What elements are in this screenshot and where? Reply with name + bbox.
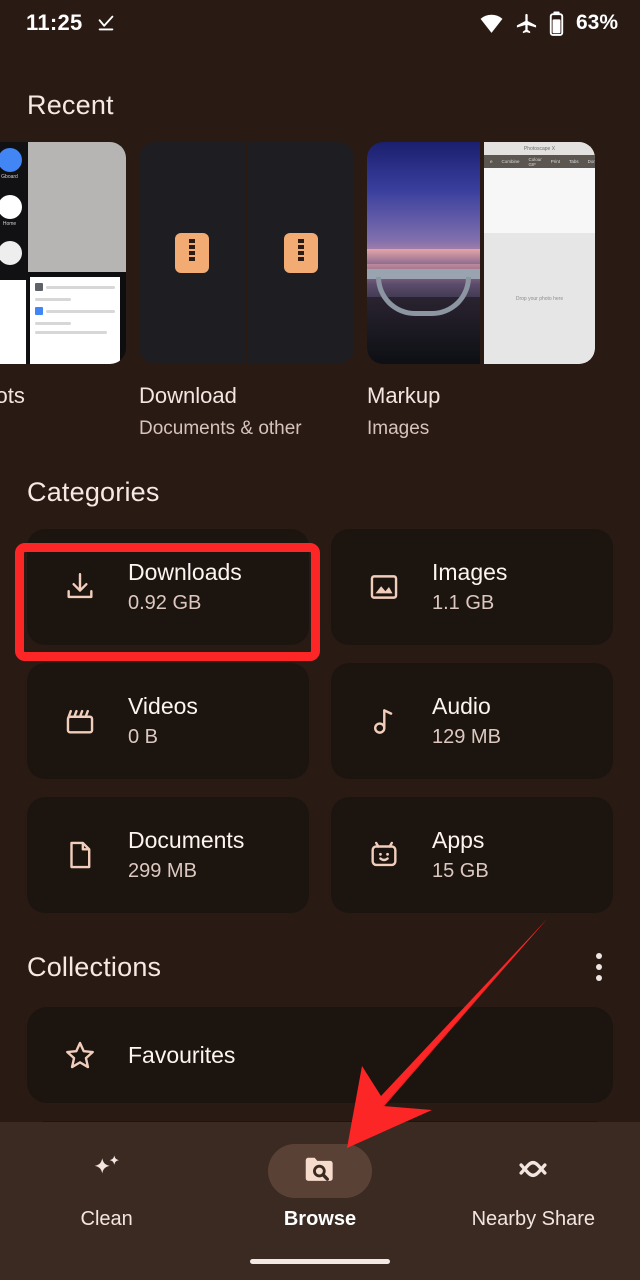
category-size: 129 MB	[432, 726, 501, 748]
screenshot-preview-white	[0, 280, 26, 364]
category-size: 299 MB	[128, 860, 197, 882]
collections-section-title: Collections	[27, 951, 162, 982]
app-icon-extra-2	[0, 241, 24, 276]
bottom-navigation-bar: Clean Browse Nearby Share	[0, 1122, 640, 1280]
bridge-photo-preview	[367, 142, 480, 364]
nearby-share-icon	[514, 1150, 552, 1193]
nav-item-browse[interactable]: Browse	[213, 1144, 426, 1231]
nav-item-nearby-share[interactable]: Nearby Share	[427, 1144, 640, 1231]
status-bar-left: 11:25	[26, 10, 117, 36]
collection-favourites[interactable]: Favourites	[27, 1007, 613, 1103]
status-bar-right: 63%	[479, 11, 618, 36]
category-name: Apps	[432, 827, 485, 853]
nav-label-clean: Clean	[80, 1208, 133, 1230]
category-audio[interactable]: Audio 129 MB	[331, 663, 613, 779]
category-name: Videos	[128, 693, 198, 719]
photoscape-drop-text: Drop your photo here	[484, 233, 595, 364]
category-name: Documents	[128, 827, 245, 853]
recent-card-sublabel: Documents & other	[139, 418, 302, 439]
screenshot-preview-grey	[28, 142, 126, 272]
nav-label-browse: Browse	[283, 1208, 357, 1230]
category-apps[interactable]: Apps 15 GB	[331, 797, 613, 913]
archive-file-preview-1	[139, 142, 245, 364]
category-videos[interactable]: Videos 0 B	[27, 663, 309, 779]
screenshots-thumbnail: Flipkart Gboard GPay Home	[0, 142, 126, 364]
recent-card-label: Markup	[367, 383, 441, 408]
sparkle-clean-icon	[88, 1150, 126, 1193]
category-size: 0 B	[128, 726, 159, 748]
nearby-share-pill[interactable]	[481, 1144, 585, 1198]
more-options-kebab-icon[interactable]	[588, 945, 610, 989]
archive-file-preview-2	[248, 142, 354, 364]
category-size: 15 GB	[432, 860, 489, 882]
battery-percentage: 63%	[575, 11, 618, 34]
recent-card-screenshots[interactable]: Flipkart Gboard GPay Home	[0, 142, 126, 447]
category-images[interactable]: Images 1.1 GB	[331, 529, 613, 645]
nav-item-clean[interactable]: Clean	[0, 1144, 213, 1231]
photoscape-window-title: Photoscape X	[484, 142, 595, 155]
airplane-mode-icon	[515, 12, 538, 35]
music-note-icon	[363, 704, 405, 738]
zip-file-icon	[175, 233, 209, 273]
recent-cards-row[interactable]: Flipkart Gboard GPay Home	[0, 142, 640, 447]
status-bar: 11:25 63%	[0, 0, 640, 46]
category-name: Images	[432, 559, 508, 585]
category-name: Downloads	[128, 559, 242, 585]
categories-grid: Downloads 0.92 GB Images 1.1 GB Videos 0…	[0, 529, 640, 913]
recent-card-download[interactable]: Download Documents & other	[139, 142, 354, 447]
image-icon	[363, 570, 405, 604]
download-icon	[59, 570, 101, 604]
scroll-content[interactable]: Recent Flipkart Gboard	[0, 46, 640, 1280]
categories-section-title: Categories	[27, 477, 160, 507]
recent-section-title: Recent	[27, 90, 114, 120]
category-size: 1.1 GB	[432, 592, 495, 614]
recent-card-label: nshots	[0, 383, 25, 408]
clock: 11:25	[26, 10, 83, 35]
star-outline-icon	[59, 1038, 101, 1072]
check-download-icon	[95, 12, 117, 34]
screenshot-preview-doc	[30, 277, 120, 364]
screenshot-preview-right	[28, 142, 126, 364]
collection-name: Favourites	[128, 1041, 236, 1068]
recent-card-sublabel: s	[0, 418, 126, 440]
nav-label-nearby-share: Nearby Share	[471, 1208, 596, 1230]
category-name: Audio	[432, 693, 491, 719]
zip-file-icon	[284, 233, 318, 273]
browse-pill[interactable]	[267, 1144, 372, 1198]
photoscape-menu-bar: e Combine Colour GIF Print Tabs Done	[484, 155, 595, 168]
folder-search-icon	[301, 1150, 339, 1193]
photoscape-screenshot-preview: Photoscape X e Combine Colour GIF Print …	[484, 142, 595, 364]
home-indicator[interactable]	[250, 1259, 390, 1264]
battery-icon	[549, 11, 564, 36]
category-documents[interactable]: Documents 299 MB	[27, 797, 309, 913]
recent-card-markup[interactable]: Photoscape X e Combine Colour GIF Print …	[367, 142, 595, 447]
image-thumbnail: Photoscape X e Combine Colour GIF Print …	[367, 142, 595, 364]
app-icon-gboard: Gboard	[0, 148, 24, 191]
category-downloads[interactable]: Downloads 0.92 GB	[27, 529, 309, 645]
video-clapper-icon	[59, 704, 101, 738]
recent-card-label: Download	[139, 383, 237, 408]
recent-card-sublabel: Images	[367, 418, 430, 439]
app-icon-home: Home	[0, 194, 24, 238]
wifi-icon	[479, 11, 504, 36]
archive-thumbnail	[139, 142, 354, 364]
screenshot-preview-apps: Flipkart Gboard GPay Home	[0, 142, 28, 364]
clean-pill[interactable]	[55, 1144, 159, 1198]
category-size: 0.92 GB	[128, 592, 202, 614]
android-icon	[363, 838, 405, 872]
collections-header: Collections	[0, 913, 640, 1007]
document-icon	[59, 838, 101, 872]
